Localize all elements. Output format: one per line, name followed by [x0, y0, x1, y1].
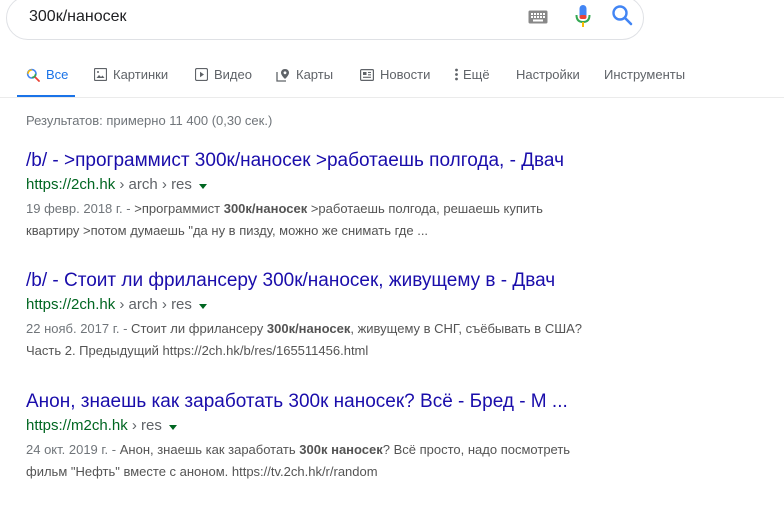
snippet-text: Часть 2. Предыдущий https://2ch.hk/b/res… — [26, 343, 369, 358]
search-input[interactable]: 300к/наносек — [29, 8, 127, 26]
tab-maps[interactable]: Карты — [276, 67, 333, 82]
tab-label: Видео — [214, 67, 252, 82]
result-title-link[interactable]: /b/ - >программист 300к/наносек >работае… — [26, 149, 646, 173]
more-vert-icon — [455, 68, 458, 81]
tab-more[interactable]: Ещё — [455, 67, 490, 82]
search-bar[interactable]: 300к/наносек — [6, 0, 644, 40]
result-snippet: 22 нояб. 2017 г. - Стоит ли фрилансеру 3… — [26, 318, 646, 362]
result-url-breadcrumb: › arch › res — [119, 296, 192, 313]
snippet-text: Стоит ли фрилансеру — [127, 321, 267, 336]
dropdown-arrow-icon[interactable] — [198, 303, 207, 309]
search-icon — [26, 68, 40, 82]
result-url-host[interactable]: https://m2ch.hk — [26, 416, 128, 436]
search-tabs: Все Картинки Видео Карты Новости Ещё Нас… — [0, 60, 784, 98]
snippet-text: квартиру >потом думаешь "да ну в пизду, … — [26, 223, 429, 238]
keyboard-icon[interactable] — [528, 10, 548, 29]
result-title-link[interactable]: /b/ - Стоит ли фрилансеру 300к/наносек, … — [26, 269, 646, 293]
newspaper-icon — [360, 68, 374, 81]
result-url: https://m2ch.hk › res — [26, 416, 646, 436]
tab-images[interactable]: Картинки — [94, 67, 168, 82]
image-icon — [94, 68, 107, 81]
tab-label: Все — [46, 67, 69, 82]
result-snippet: 19 февр. 2018 г. - >программист 300к/нан… — [26, 198, 646, 242]
map-pin-icon — [276, 68, 290, 82]
result-date: 24 окт. 2019 г. - — [26, 442, 117, 457]
search-result: /b/ - >программист 300к/наносек >работае… — [26, 149, 646, 242]
snippet-text: >программист — [130, 201, 224, 216]
tab-news[interactable]: Новости — [360, 67, 430, 82]
tab-label: Карты — [296, 67, 334, 82]
tab-label: Настройки — [516, 67, 580, 82]
tab-label: Новости — [380, 67, 431, 82]
tab-settings[interactable]: Настройки — [516, 67, 580, 82]
search-icon[interactable] — [611, 4, 633, 31]
snippet-text: ? Всё просто, надо посмотреть — [382, 442, 571, 457]
result-date: 22 нояб. 2017 г. - — [26, 321, 128, 336]
result-url: https://2ch.hk › arch › res — [26, 175, 646, 195]
snippet-text: , живущему в СНГ, съёбывать в США? — [350, 321, 583, 336]
result-title-link[interactable]: Анон, знаешь как заработать 300к наносек… — [26, 390, 646, 414]
snippet-text: фильм "Нефть" вместе с аноном. https://t… — [26, 464, 378, 479]
tab-label: Картинки — [113, 67, 169, 82]
tab-video[interactable]: Видео — [195, 67, 252, 82]
snippet-text: Анон, знаешь как заработать — [116, 442, 300, 457]
divider — [0, 97, 784, 98]
microphone-icon[interactable] — [573, 3, 593, 34]
result-url: https://2ch.hk › arch › res — [26, 295, 646, 315]
dropdown-arrow-icon[interactable] — [198, 183, 207, 189]
snippet-text: >работаешь полгода, решаешь купить — [307, 201, 543, 216]
snippet-highlight: 300к/наносек — [266, 321, 351, 336]
result-stats: Результатов: примерно 11 400 (0,30 сек.) — [26, 113, 273, 128]
snippet-highlight: 300к наносек — [299, 442, 383, 457]
search-result: Анон, знаешь как заработать 300к наносек… — [26, 390, 646, 483]
result-url-breadcrumb: › res — [131, 417, 162, 434]
tab-label: Инструменты — [604, 67, 686, 82]
dropdown-arrow-icon[interactable] — [168, 424, 177, 430]
snippet-highlight: 300к/наносек — [223, 201, 308, 216]
tab-label: Ещё — [463, 67, 490, 82]
tab-all[interactable]: Все — [26, 67, 68, 82]
result-url-breadcrumb: › arch › res — [119, 176, 192, 193]
result-url-host[interactable]: https://2ch.hk — [26, 295, 115, 315]
play-icon — [195, 68, 208, 81]
result-date: 19 февр. 2018 г. - — [26, 201, 131, 216]
result-url-host[interactable]: https://2ch.hk — [26, 175, 115, 195]
result-snippet: 24 окт. 2019 г. - Анон, знаешь как зараб… — [26, 439, 646, 483]
search-result: /b/ - Стоит ли фрилансеру 300к/наносек, … — [26, 269, 646, 362]
tab-tools[interactable]: Инструменты — [604, 67, 685, 82]
